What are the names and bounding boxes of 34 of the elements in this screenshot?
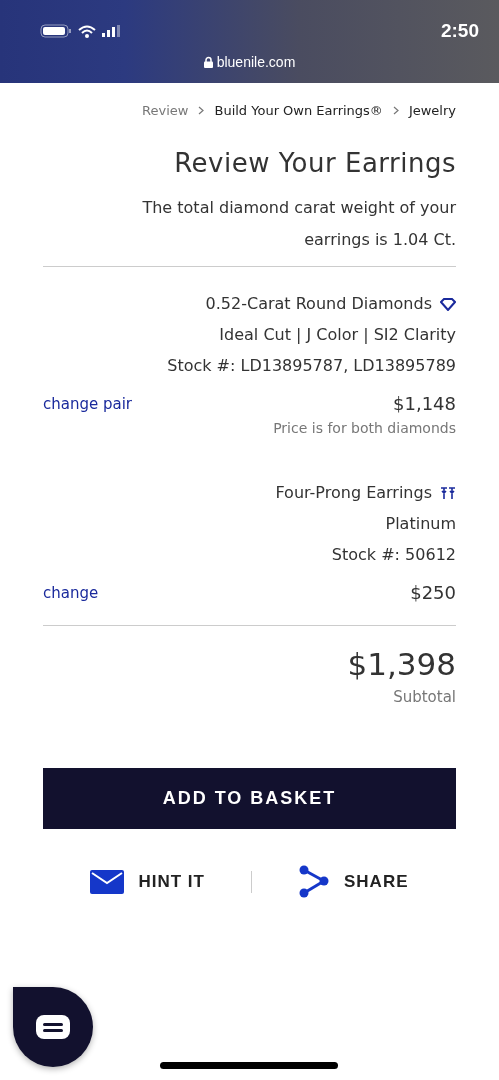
mail-icon	[90, 869, 125, 894]
item-price: $250	[410, 582, 456, 603]
chat-button[interactable]	[13, 987, 93, 1067]
url-text[interactable]: bluenile.com	[216, 54, 296, 70]
add-to-basket-button[interactable]: ADD TO BASKET	[43, 768, 456, 829]
price-note: Price is for both diamonds	[273, 420, 456, 436]
subtotal-amount: $1,398	[347, 646, 456, 682]
earring-icon	[440, 486, 456, 500]
change-link[interactable]: change pair	[43, 394, 133, 413]
lock-icon	[203, 56, 213, 68]
item-price: $1,148	[393, 393, 456, 414]
breadcrumb-link[interactable]: Jewelry	[408, 103, 456, 118]
product-name: Four-Prong Earrings	[275, 482, 432, 504]
carat-weight-text: The total diamond carat weight of your earrings is 1.04 Ct.	[141, 197, 456, 251]
clock-time: 2:50	[440, 20, 479, 42]
battery-icon	[40, 24, 72, 38]
chevron-icon	[392, 106, 399, 115]
share-button[interactable]: SHARE	[252, 865, 455, 898]
subtotal-label: Subtotal	[392, 688, 456, 706]
chevron-icon	[198, 106, 205, 115]
hint-button[interactable]: HINT IT	[44, 869, 251, 894]
wifi-icon	[78, 24, 96, 38]
breadcrumb-link[interactable]: Build Your Own Earrings®	[214, 103, 383, 118]
product-detail: Platinum	[385, 513, 456, 535]
product-detail: Stock #: 50612	[331, 544, 456, 566]
chat-icon	[36, 1015, 70, 1039]
product-detail: Ideal Cut | J Color | SI2 Clarity	[219, 324, 456, 346]
signal-icon	[102, 25, 120, 37]
product-name: 0.52-Carat Round Diamonds	[205, 293, 432, 315]
diamond-icon	[440, 297, 456, 311]
change-link[interactable]: change	[43, 583, 99, 602]
page-title: Review Your Earrings	[174, 148, 456, 178]
product-detail: Stock #: LD13895787, LD13895789	[167, 355, 456, 377]
share-icon	[298, 865, 330, 898]
